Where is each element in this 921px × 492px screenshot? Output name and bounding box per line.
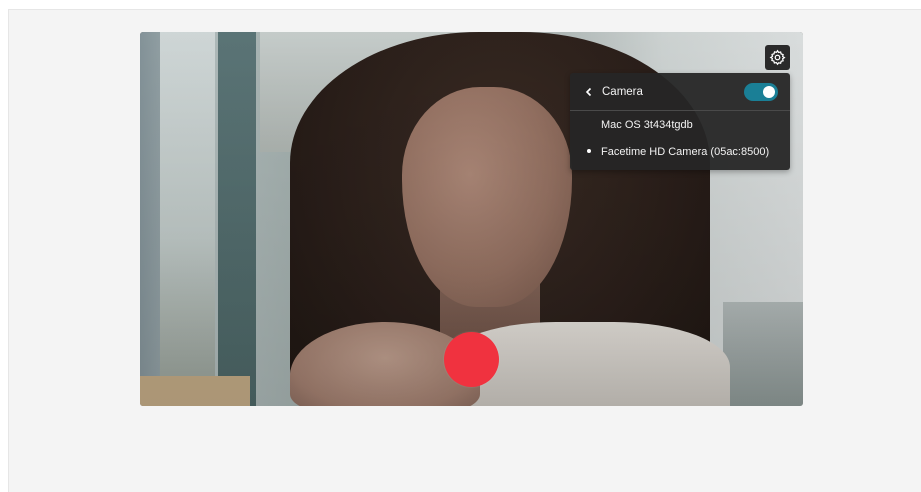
chevron-left-icon (585, 87, 592, 96)
camera-settings-menu: Camera Mac OS 3t434tgdb Facetime HD Came… (570, 73, 790, 170)
camera-device-option[interactable]: Mac OS 3t434tgdb (570, 111, 790, 138)
camera-menu-back[interactable]: Camera (570, 73, 790, 111)
camera-menu-title: Camera (602, 85, 643, 98)
selected-bullet-icon (587, 149, 591, 153)
record-button[interactable] (444, 332, 499, 387)
settings-button[interactable] (765, 45, 790, 70)
device-label: Mac OS 3t434tgdb (601, 118, 693, 131)
camera-toggle[interactable] (744, 83, 778, 101)
toggle-knob (763, 86, 775, 98)
device-label: Facetime HD Camera (05ac:8500) (601, 145, 770, 158)
camera-device-option-selected[interactable]: Facetime HD Camera (05ac:8500) (570, 138, 790, 165)
gear-icon (769, 49, 786, 66)
